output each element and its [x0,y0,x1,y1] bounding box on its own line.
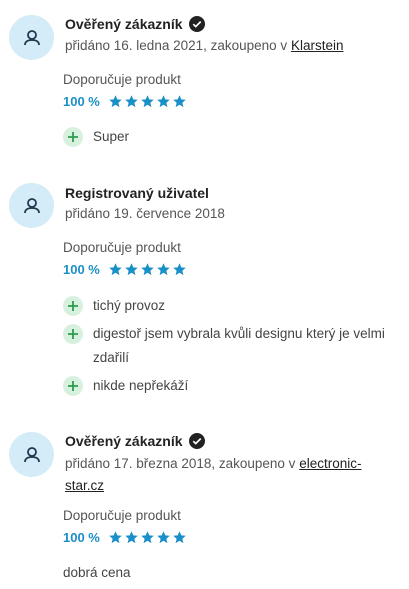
star-icon [125,531,138,544]
star-icon [157,531,170,544]
plus-icon [63,324,83,344]
review-meta: přidáno 19. července 2018 [65,206,225,221]
user-icon [23,197,40,213]
avatar [9,183,54,228]
plus-icon [63,127,83,147]
pro-item: digestoř jsem vybrala kvůli designu kter… [63,324,403,370]
star-icon [173,263,186,276]
recommend-label: Doporučuje produkt [63,508,181,523]
pro-item: nikde nepřekáží [63,376,403,398]
author-name: Registrovaný uživatel [65,185,209,201]
verified-check-icon [188,433,205,449]
plus-icon [63,376,83,396]
rating: 100 % [63,262,187,277]
review-meta: přidáno 17. března 2018, zakoupeno v ele… [65,456,362,493]
star-icon [157,263,170,276]
recommend-label: Doporučuje produkt [63,72,181,87]
star-icon [141,531,154,544]
pro-item: Super [63,127,403,149]
rating-percent: 100 % [63,94,100,109]
star-icon [141,263,154,276]
star-icon [173,531,186,544]
review-comment: dobrá cena [63,565,131,580]
shop-link[interactable]: Klarstein [291,38,344,53]
recommend-label: Doporučuje produkt [63,240,181,255]
author-name: Ověřený zákazník [65,16,205,32]
star-rating [108,262,187,277]
star-icon [125,263,138,276]
star-icon [109,531,122,544]
avatar [9,432,54,477]
star-rating [108,94,187,109]
user-icon [23,29,40,45]
user-icon [23,446,40,462]
star-icon [157,95,170,108]
rating-percent: 100 % [63,262,100,277]
star-icon [109,95,122,108]
plus-icon [63,296,83,316]
star-icon [109,263,122,276]
star-icon [141,95,154,108]
star-icon [173,95,186,108]
star-icon [125,95,138,108]
review-meta: přidáno 16. ledna 2021, zakoupeno v Klar… [65,38,344,53]
avatar [9,15,54,60]
star-rating [108,530,187,545]
pro-item: tichý provoz [63,296,403,318]
author-name: Ověřený zákazník [65,433,205,449]
verified-check-icon [188,16,205,32]
rating: 100 % [63,94,187,109]
rating: 100 % [63,530,187,545]
rating-percent: 100 % [63,530,100,545]
